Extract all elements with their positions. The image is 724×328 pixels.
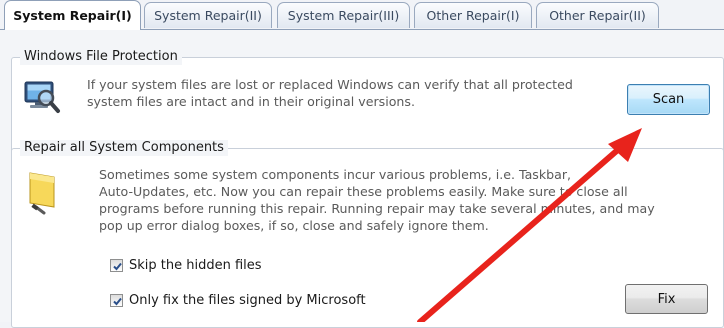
tab-system-repair-1[interactable]: System Repair(I) bbox=[4, 0, 141, 30]
fix-button[interactable]: Fix bbox=[625, 284, 708, 314]
signed-only-checkbox[interactable] bbox=[110, 294, 123, 307]
magnifier-monitor-icon bbox=[24, 81, 60, 113]
signed-only-row[interactable]: Only fix the files signed by Microsoft bbox=[110, 293, 366, 308]
tab-system-repair-3[interactable]: System Repair(III) bbox=[277, 2, 410, 28]
skip-hidden-label: Skip the hidden files bbox=[129, 258, 262, 273]
file-protection-description: If your system files are lost or replace… bbox=[87, 77, 573, 109]
tab-other-repair-2[interactable]: Other Repair(II) bbox=[536, 2, 659, 28]
components-group: Repair all System Components Sometimes s… bbox=[11, 140, 724, 328]
components-description: Sometimes some system components incur v… bbox=[99, 167, 655, 233]
tab-content: Windows File Protection If your system f… bbox=[0, 30, 724, 328]
signed-only-label: Only fix the files signed by Microsoft bbox=[129, 293, 366, 308]
tab-system-repair-2[interactable]: System Repair(II) bbox=[144, 2, 272, 28]
tab-bar: System Repair(I) System Repair(II) Syste… bbox=[0, 0, 724, 30]
scan-button[interactable]: Scan bbox=[627, 84, 710, 115]
components-title: Repair all System Components bbox=[20, 140, 228, 156]
tab-other-repair-1[interactable]: Other Repair(I) bbox=[414, 2, 532, 28]
skip-hidden-checkbox[interactable] bbox=[110, 259, 123, 272]
skip-hidden-row[interactable]: Skip the hidden files bbox=[110, 258, 262, 273]
file-protection-title: Windows File Protection bbox=[20, 49, 182, 65]
folder-tool-icon bbox=[29, 172, 55, 215]
